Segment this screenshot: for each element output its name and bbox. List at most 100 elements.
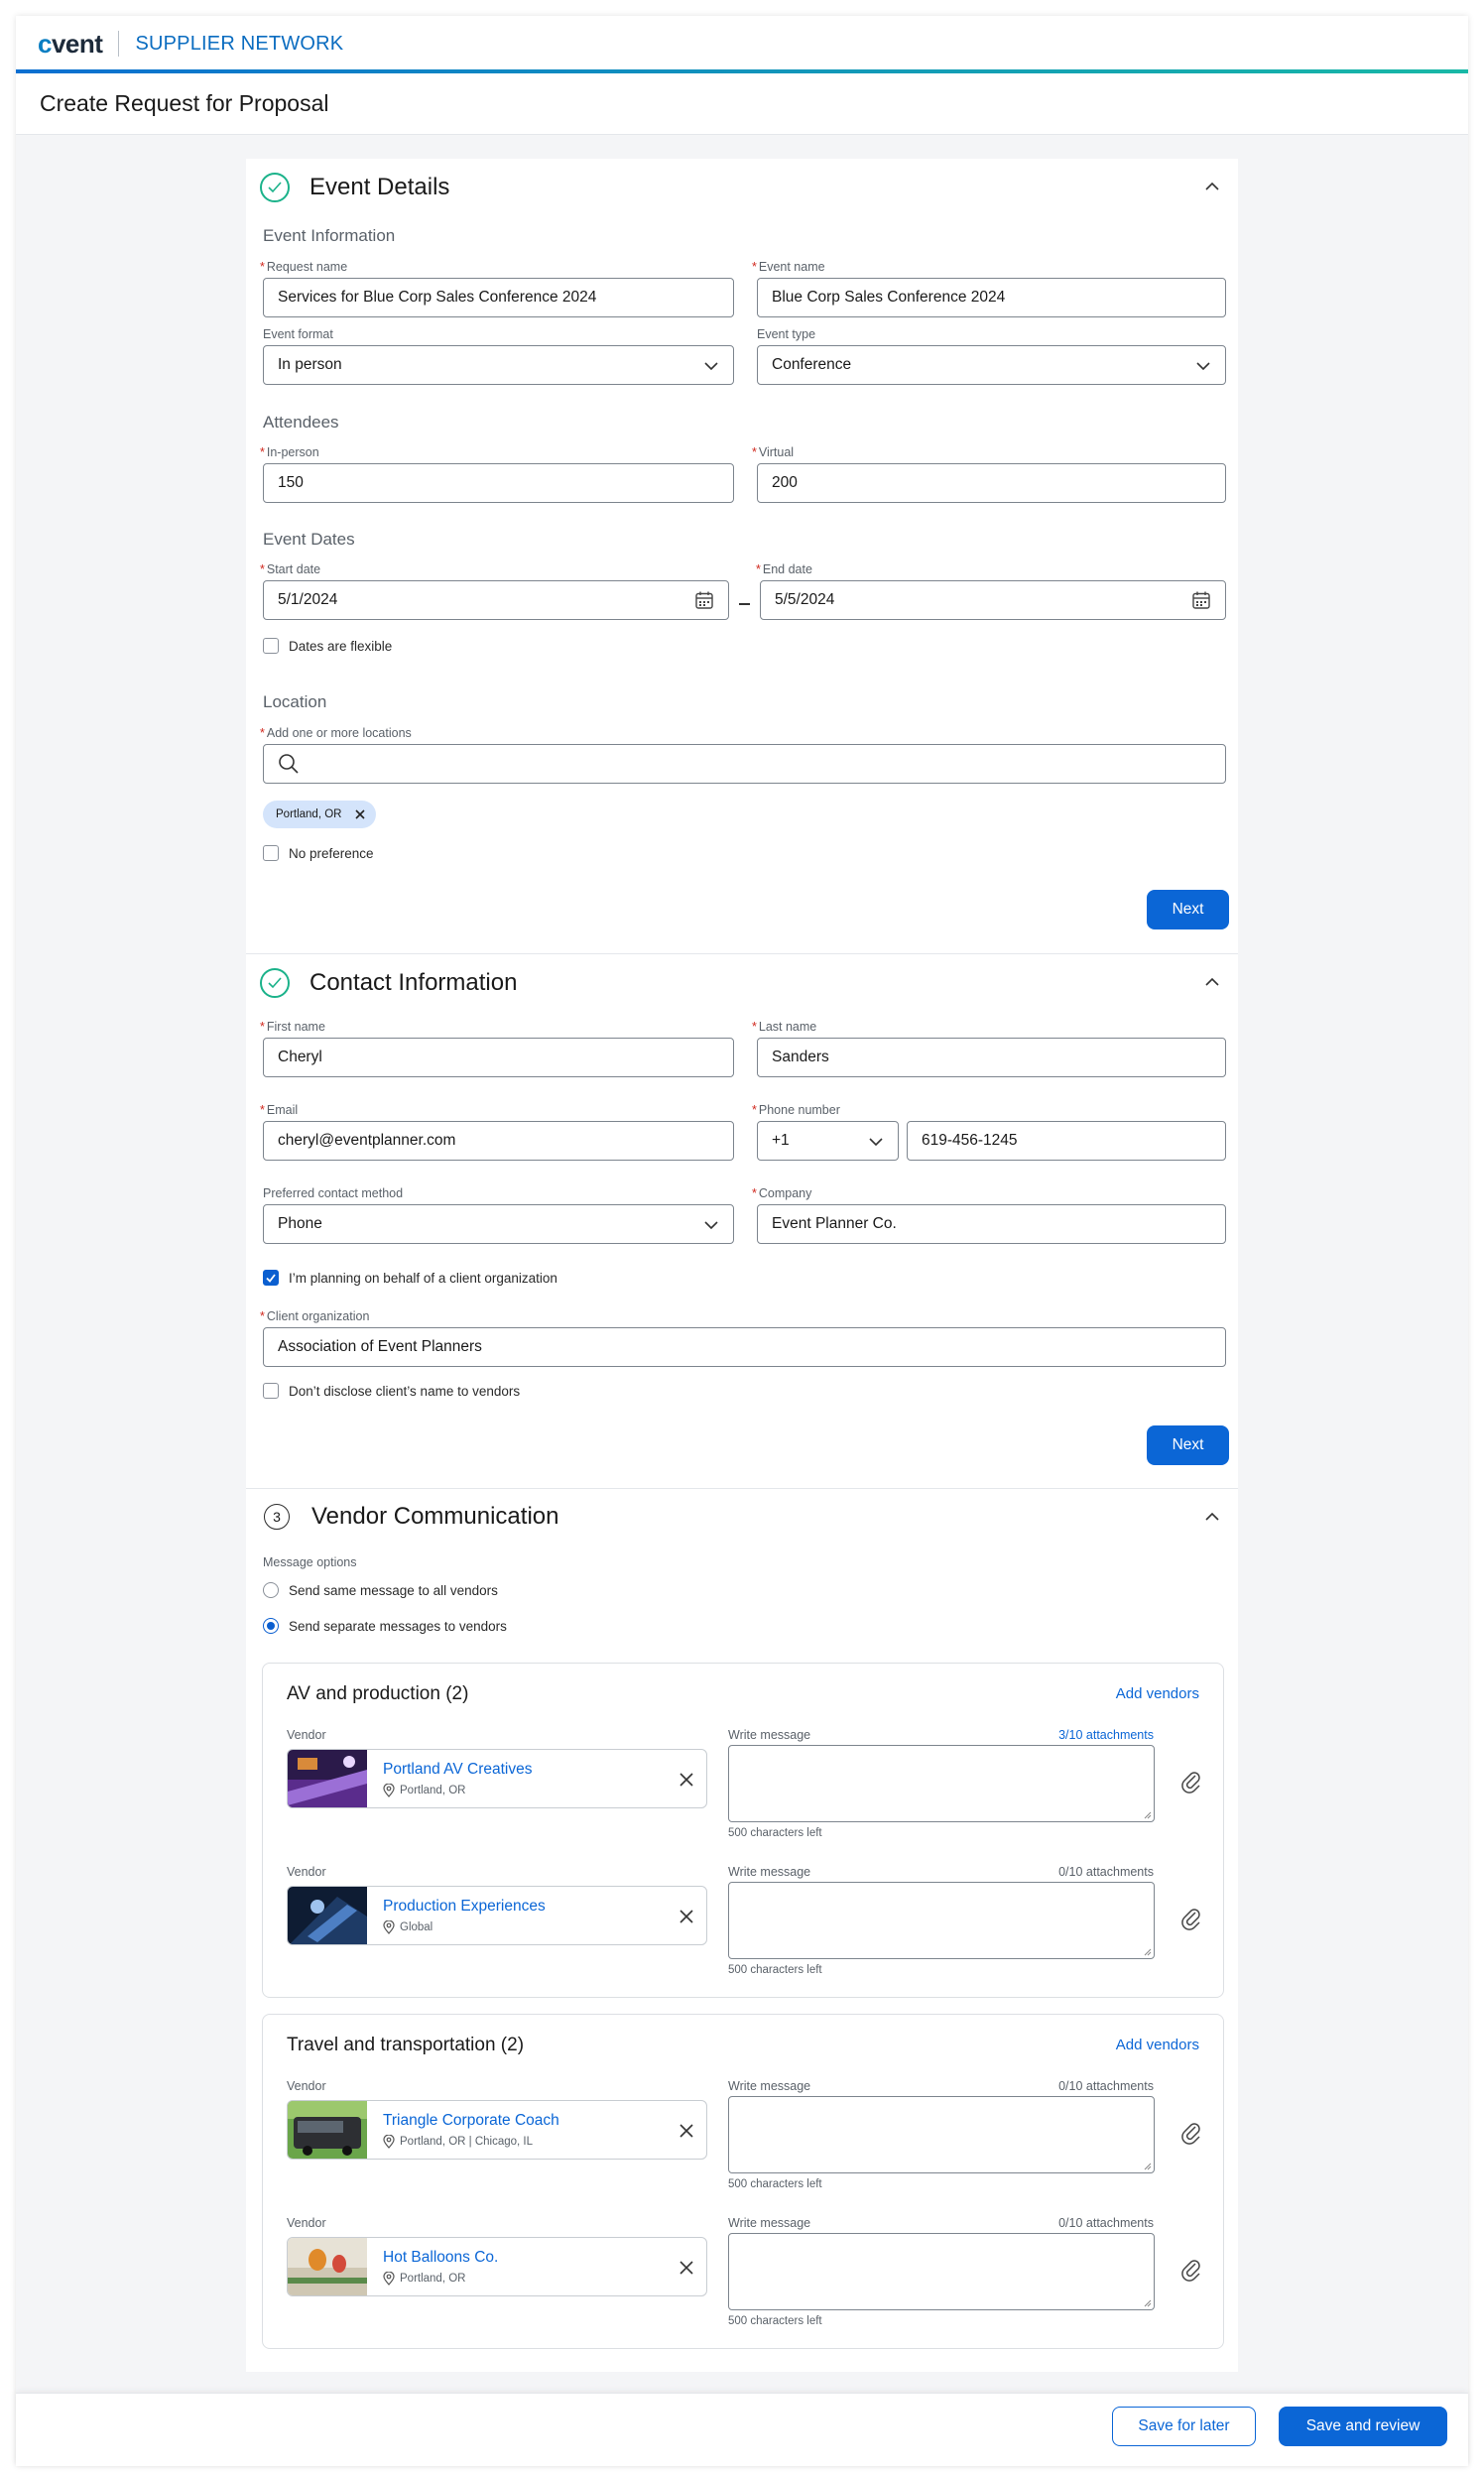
calendar-icon[interactable]	[1191, 590, 1211, 610]
vendor-location: Portland, OR	[383, 1784, 465, 1797]
email-label: * Email	[260, 1103, 299, 1117]
group-title: Travel and transportation (2)	[287, 2035, 525, 2055]
on-behalf-checkbox[interactable]: I’m planning on behalf of a client organ…	[263, 1270, 557, 1286]
phone-country-code-select[interactable]: +1	[757, 1121, 899, 1161]
vendor-name-link[interactable]: Triangle Corporate Coach	[383, 2112, 559, 2130]
add-vendors-link[interactable]: Add vendors	[1116, 2037, 1199, 2053]
last-name-input[interactable]: Sanders	[757, 1038, 1226, 1077]
section-title: Contact Information	[309, 969, 518, 996]
chevron-down-icon	[704, 1221, 718, 1230]
phone-number-input[interactable]: 619-456-1245	[907, 1121, 1226, 1161]
dates-flexible-checkbox[interactable]: Dates are flexible	[263, 638, 392, 654]
footer-bar: Save for later Save and review	[16, 2393, 1468, 2466]
radio-circle[interactable]	[263, 1582, 279, 1598]
same-message-radio[interactable]: Send same message to all vendors	[263, 1582, 498, 1598]
save-and-review-button[interactable]: Save and review	[1279, 2407, 1447, 2446]
separate-messages-radio[interactable]: Send separate messages to vendors	[263, 1618, 507, 1634]
vendor-name-link[interactable]: Production Experiences	[383, 1898, 546, 1916]
vendor-card: Production Experiences Global	[287, 1886, 707, 1945]
event-information-heading: Event Information	[263, 226, 396, 245]
resize-grip-icon[interactable]	[1144, 2163, 1152, 2170]
event-type-select[interactable]: Conference	[757, 345, 1226, 385]
chevron-down-icon	[704, 362, 718, 371]
write-message-label: Write message	[728, 1865, 811, 1879]
next-button[interactable]: Next	[1147, 890, 1229, 929]
vendor-name-link[interactable]: Hot Balloons Co.	[383, 2249, 498, 2267]
request-name-input[interactable]: Services for Blue Corp Sales Conference …	[263, 278, 734, 317]
message-textarea[interactable]	[728, 1882, 1155, 1959]
checkbox-box[interactable]	[263, 638, 279, 654]
vendor-location: Portland, OR	[383, 2272, 465, 2286]
attachments-link[interactable]: 3/10 attachments	[1058, 1728, 1154, 1742]
virtual-input[interactable]: 200	[757, 463, 1226, 503]
checkbox-box[interactable]	[263, 1270, 279, 1286]
checkbox-box[interactable]	[263, 1383, 279, 1399]
remove-vendor-icon[interactable]	[679, 1909, 694, 1924]
virtual-label: * Virtual	[752, 445, 795, 459]
vendor-name-link[interactable]: Portland AV Creatives	[383, 1761, 532, 1779]
radio-label: Send separate messages to vendors	[289, 1618, 507, 1634]
first-name-input[interactable]: Cheryl	[263, 1038, 734, 1077]
collapse-chevron-icon[interactable]	[1204, 179, 1220, 194]
attachments-count: 0/10 attachments	[1058, 2216, 1154, 2230]
resize-grip-icon[interactable]	[1144, 1811, 1152, 1819]
section-header[interactable]: 3 Vendor Communication	[260, 1503, 558, 1531]
collapse-chevron-icon[interactable]	[1204, 974, 1220, 990]
cvent-logo[interactable]: c vent	[38, 29, 103, 60]
section-header[interactable]: Contact Information	[260, 968, 517, 998]
checkbox-box[interactable]	[263, 845, 279, 861]
resize-grip-icon[interactable]	[1144, 2299, 1152, 2307]
section-header[interactable]: Event Details	[260, 173, 449, 202]
vendor-group-travel-transportation: Travel and transportation (2) Add vendor…	[262, 2014, 1224, 2349]
in-person-input[interactable]: 150	[263, 463, 734, 503]
chars-left: 500 characters left	[728, 2178, 822, 2190]
client-org-input[interactable]: Association of Event Planners	[263, 1327, 1226, 1367]
remove-chip-icon[interactable]	[354, 808, 366, 820]
calendar-icon[interactable]	[694, 590, 714, 610]
message-textarea[interactable]	[728, 2233, 1155, 2310]
message-textarea[interactable]	[728, 2096, 1155, 2173]
preferred-contact-select[interactable]: Phone	[263, 1204, 734, 1244]
location-pin-icon	[383, 1784, 395, 1797]
event-details-section: Event Details Event Information * Request…	[246, 159, 1238, 954]
location-chip: Portland, OR	[263, 801, 377, 828]
attachments-count: 0/10 attachments	[1058, 2079, 1154, 2093]
remove-vendor-icon[interactable]	[679, 2260, 694, 2276]
radio-label: Send same message to all vendors	[289, 1582, 498, 1598]
radio-circle[interactable]	[263, 1618, 279, 1634]
nondisclose-checkbox[interactable]: Don’t disclose client’s name to vendors	[263, 1383, 520, 1399]
remove-vendor-icon[interactable]	[679, 2123, 694, 2139]
no-preference-checkbox[interactable]: No preference	[263, 845, 374, 861]
attach-paperclip-icon[interactable]	[1180, 2122, 1202, 2146]
resize-grip-icon[interactable]	[1144, 1948, 1152, 1956]
end-date-input[interactable]: 5/5/2024	[760, 580, 1226, 620]
attachments-count: 0/10 attachments	[1058, 1865, 1154, 1879]
next-button[interactable]: Next	[1147, 1425, 1229, 1465]
product-name: SUPPLIER NETWORK	[135, 32, 344, 55]
section-title: Vendor Communication	[311, 1503, 559, 1530]
top-bar: c vent SUPPLIER NETWORK	[16, 16, 1468, 71]
event-name-input[interactable]: Blue Corp Sales Conference 2024	[757, 278, 1226, 317]
vendor-thumbnail	[288, 2238, 367, 2295]
message-textarea[interactable]	[728, 1745, 1155, 1822]
company-input[interactable]: Event Planner Co.	[757, 1204, 1226, 1244]
attach-paperclip-icon[interactable]	[1180, 1908, 1202, 1931]
save-for-later-button[interactable]: Save for later	[1112, 2407, 1256, 2446]
start-date-input[interactable]: 5/1/2024	[263, 580, 729, 620]
add-vendors-link[interactable]: Add vendors	[1116, 1685, 1199, 1702]
collapse-chevron-icon[interactable]	[1204, 1509, 1220, 1525]
location-search-input[interactable]	[263, 744, 1226, 784]
email-input[interactable]: cheryl@eventplanner.com	[263, 1121, 734, 1161]
attach-paperclip-icon[interactable]	[1180, 2259, 1202, 2283]
remove-vendor-icon[interactable]	[679, 1772, 694, 1788]
first-name-label: * First name	[260, 1020, 325, 1034]
vendor-group-av-production: AV and production (2) Add vendors Vendor…	[262, 1663, 1224, 1998]
attach-paperclip-icon[interactable]	[1180, 1771, 1202, 1794]
event-format-select[interactable]: In person	[263, 345, 734, 385]
event-format-label: Event format	[263, 327, 333, 341]
step-number: 3	[264, 1504, 290, 1530]
request-name-label: * Request name	[260, 260, 348, 274]
message-options-label: Message options	[263, 1555, 357, 1569]
vendor-location: Global	[383, 1920, 433, 1934]
page-title: Create Request for Proposal	[16, 73, 1468, 135]
